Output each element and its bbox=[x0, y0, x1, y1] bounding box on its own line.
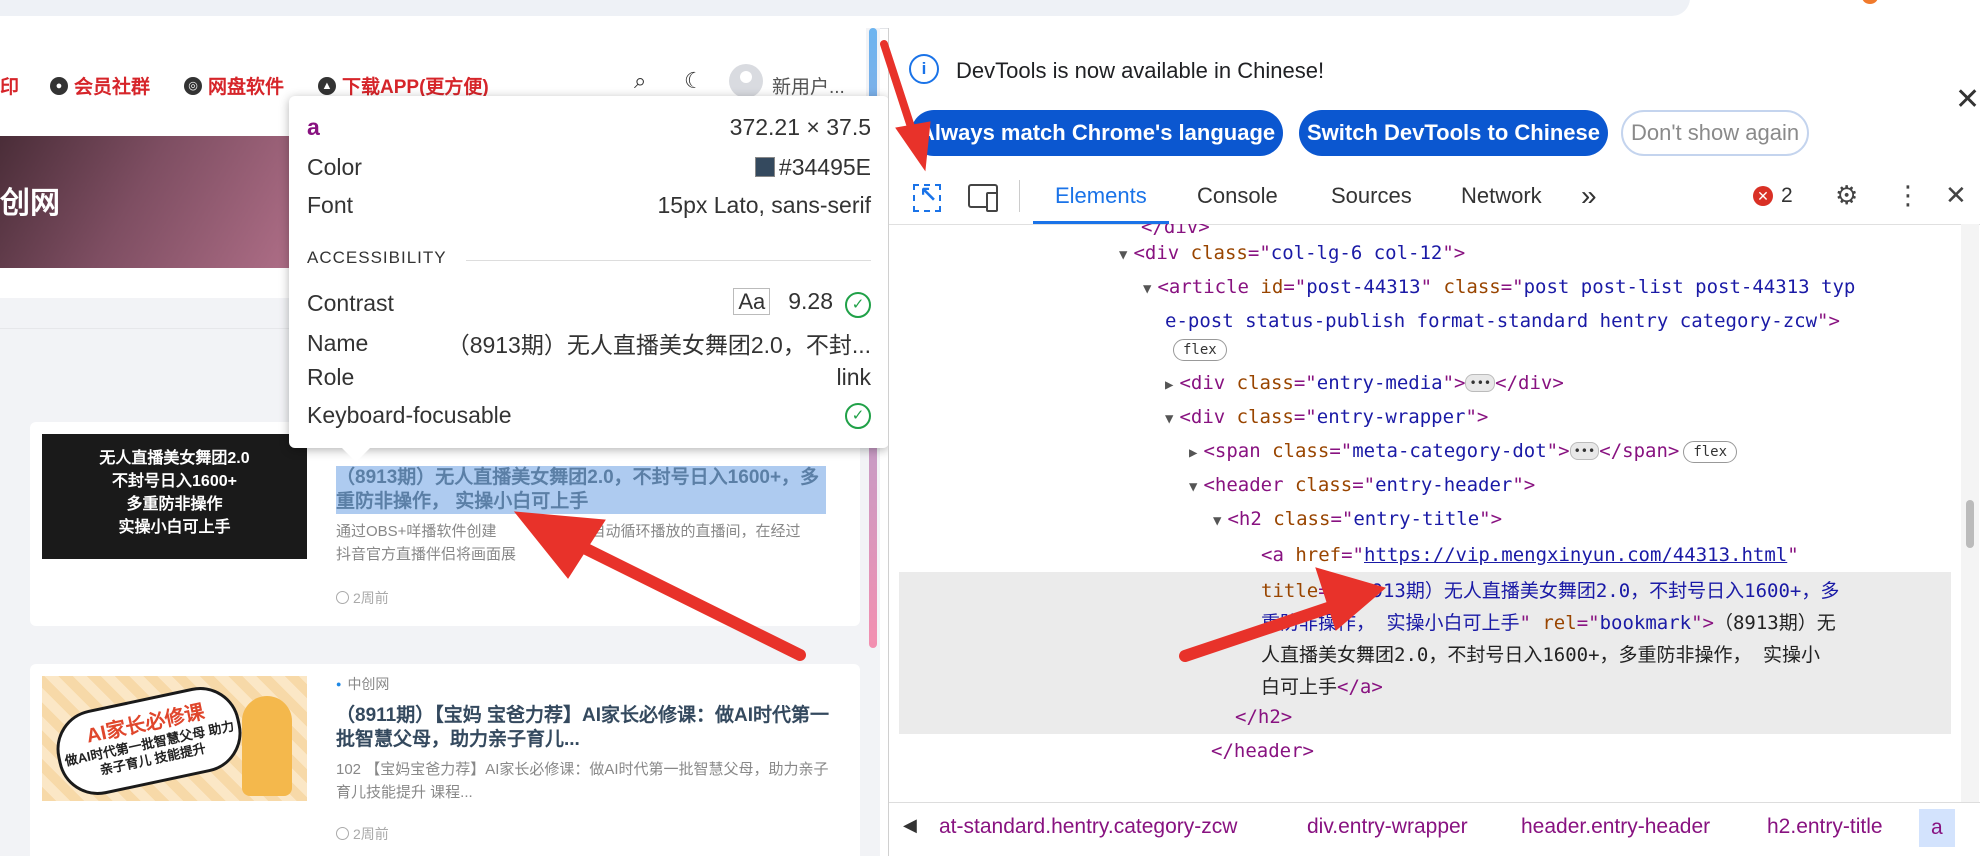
thumbnail-figure bbox=[242, 696, 292, 796]
clock-icon bbox=[336, 591, 349, 604]
post-time: 2周前 bbox=[336, 824, 389, 844]
error-icon: ✕ bbox=[1753, 186, 1773, 206]
post-card[interactable]: AI家长必修课 做AI时代第一批智慧父母 助力亲子育儿 技能提升 中创网 （89… bbox=[30, 664, 860, 856]
nav-item-download-app[interactable]: ▲ 下载APP(更方便) bbox=[318, 72, 489, 99]
check-icon: ✓ bbox=[845, 402, 871, 429]
nav-item-member-community[interactable]: ● 会员社群 bbox=[50, 72, 150, 99]
dom-scrollbar[interactable] bbox=[1961, 224, 1979, 804]
color-swatch bbox=[754, 157, 775, 177]
tooltip-contrast: Aa 9.28 ✓ bbox=[733, 288, 871, 318]
more-tabs-icon[interactable]: » bbox=[1581, 168, 1597, 224]
dom-tree: </div> ▼ <div class="col-lg-6 col-12"> ▼ <… bbox=[889, 224, 1959, 804]
nav-item-disk-software[interactable]: ◎ 网盘软件 bbox=[184, 72, 284, 99]
clock-icon bbox=[336, 827, 349, 840]
close-devtools-icon[interactable]: ✕ bbox=[1945, 180, 1967, 211]
post-title-link[interactable]: （8913期）无人直播美女舞团2.0，不封号日入1600+，多重防非操作， 实操… bbox=[336, 466, 826, 514]
close-icon[interactable]: ✕ bbox=[1955, 82, 1980, 117]
dom-node[interactable]: ▶ <span class="meta-category-dot"> ••• </sp… bbox=[1189, 440, 1738, 463]
flex-badge[interactable]: flex bbox=[1169, 338, 1227, 361]
devtools-panel: i DevTools is now available in Chinese! … bbox=[888, 28, 1980, 856]
dom-node[interactable]: ▼ <article id="post-44313" class="post po… bbox=[1143, 276, 1855, 298]
tab-sources[interactable]: Sources bbox=[1331, 168, 1412, 224]
dom-node[interactable]: ▼ <div class="entry-wrapper"> bbox=[1165, 406, 1488, 428]
always-match-language-button[interactable]: Always match Chrome's language bbox=[911, 110, 1284, 156]
breadcrumb-scroll-left-icon[interactable]: ◀ bbox=[903, 815, 917, 836]
user-name[interactable]: 新用户... bbox=[772, 72, 845, 99]
accessibility-heading: ACCESSIBILITY bbox=[307, 248, 447, 267]
post-excerpt: 通过OBS+咩播软件创建 小时自动循环播放的直播间，在经过 抖音官方直播伴侣将画面… bbox=[336, 523, 801, 563]
dom-node-selected[interactable]: <a href="https://vip.mengxinyun.com/4431… bbox=[1261, 544, 1799, 566]
devtools-toolbar: Elements Console Sources Network » ✕2 ⚙ … bbox=[889, 168, 1980, 225]
disk-icon: ◎ bbox=[184, 76, 202, 95]
switch-to-chinese-button[interactable]: Switch DevTools to Chinese bbox=[1299, 110, 1608, 156]
scrollbar-thumb[interactable] bbox=[1966, 500, 1974, 548]
post-excerpt: 102 【宝妈宝爸力荐】AI家长必修课：做AI时代第一批智慧父母，助力亲子育儿技… bbox=[336, 761, 829, 801]
browser-top-strip bbox=[0, 0, 1980, 29]
dom-node[interactable]: ▼ <header class="entry-header"> bbox=[1189, 474, 1535, 496]
error-counter[interactable]: ✕ 2 bbox=[1753, 184, 1793, 208]
dom-node[interactable]: </h2> bbox=[1235, 706, 1292, 728]
breadcrumb-item[interactable]: header.entry-header bbox=[1521, 815, 1710, 839]
post-thumbnail[interactable]: AI家长必修课 做AI时代第一批智慧父母 助力亲子育儿 技能提升 bbox=[42, 676, 307, 803]
wechat-icon: ● bbox=[50, 76, 68, 95]
language-banner-text: DevTools is now available in Chinese! bbox=[956, 58, 1325, 83]
device-toolbar-icon[interactable] bbox=[968, 184, 998, 212]
breadcrumb-item[interactable]: at-standard.hentry.category-zcw bbox=[939, 815, 1237, 839]
profile-icon[interactable] bbox=[1862, 0, 1878, 4]
tooltip-size: 372.21 × 37.5 bbox=[729, 114, 871, 140]
dom-node-attr: 重防非操作， 实操小白可上手" rel="bookmark">（8913期）无 bbox=[1261, 612, 1836, 634]
breadcrumb: ◀ at-standard.hentry.category-zcw div.en… bbox=[889, 802, 1980, 853]
dont-show-again-button[interactable]: Don't show again bbox=[1621, 110, 1810, 156]
breadcrumb-item[interactable]: h2.entry-title bbox=[1767, 815, 1883, 839]
thumbnail-badge: AI家长必修课 做AI时代第一批智慧父母 助力亲子育儿 技能提升 bbox=[49, 679, 249, 803]
tooltip-role: link bbox=[836, 364, 871, 390]
dom-node-attr: title="（8913期）无人直播美女舞团2.0，不封号日入1600+，多 bbox=[1261, 580, 1840, 602]
inspect-element-icon[interactable] bbox=[913, 182, 941, 212]
hero-banner: 创网 bbox=[0, 136, 300, 268]
divider bbox=[466, 260, 871, 261]
dom-node[interactable]: ▼ <div class="col-lg-6 col-12"> bbox=[1119, 242, 1465, 264]
post-thumbnail[interactable]: 无人直播美女舞团2.0 不封号日入1600+ 多重防非操作 实操小白可上手 bbox=[42, 434, 307, 559]
dom-node[interactable]: ▶ <div class="entry-media"> ••• </div> bbox=[1165, 372, 1564, 394]
dom-node-continued[interactable]: e-post status-publish format-standard he… bbox=[1165, 310, 1840, 332]
dom-node[interactable]: </header> bbox=[1211, 740, 1314, 762]
href-link[interactable]: https://vip.mengxinyun.com/44313.html bbox=[1364, 544, 1787, 566]
tooltip-font: 15px Lato, sans-serif bbox=[657, 192, 871, 218]
app-icon: ▲ bbox=[318, 76, 336, 95]
divider bbox=[1019, 180, 1020, 212]
hero-title: 创网 bbox=[0, 187, 60, 220]
tooltip-name: （8913期）无人直播美女舞团2.0，不封... bbox=[446, 332, 871, 358]
tab-elements[interactable]: Elements bbox=[1033, 168, 1169, 224]
breadcrumb-item[interactable]: div.entry-wrapper bbox=[1307, 815, 1468, 839]
post-title-link[interactable]: （8911期）【宝妈 宝爸力荐】AI家长必修课：做AI时代第一批智慧父母，助力亲… bbox=[336, 704, 836, 752]
post-card[interactable]: 无人直播美女舞团2.0 不封号日入1600+ 多重防非操作 实操小白可上手 （8… bbox=[30, 422, 860, 626]
tooltip-color: #34495E bbox=[754, 154, 871, 181]
gear-icon[interactable]: ⚙ bbox=[1835, 180, 1858, 211]
dom-node[interactable]: ▼ <h2 class="entry-title"> bbox=[1213, 508, 1502, 530]
more-menu-icon[interactable]: ⋮ bbox=[1895, 180, 1921, 211]
check-icon: ✓ bbox=[845, 292, 871, 318]
search-icon[interactable]: ⌕ bbox=[634, 68, 646, 94]
breadcrumb-item-current[interactable]: a bbox=[1919, 809, 1955, 847]
dom-node-text: 白可上手</a> bbox=[1261, 676, 1383, 698]
tab-console[interactable]: Console bbox=[1197, 168, 1278, 224]
tab-network[interactable]: Network bbox=[1461, 168, 1542, 224]
nav-item-print[interactable]: 印 bbox=[0, 72, 19, 99]
info-icon: i bbox=[909, 54, 939, 84]
tooltip-pointer bbox=[340, 446, 372, 462]
address-bar[interactable] bbox=[0, 0, 1690, 16]
dom-node[interactable]: </div> bbox=[1141, 224, 1210, 238]
avatar[interactable] bbox=[729, 64, 763, 98]
moon-icon[interactable]: ☾ bbox=[684, 68, 704, 94]
tooltip-tag: a bbox=[307, 114, 320, 140]
post-category[interactable]: 中创网 bbox=[336, 674, 389, 694]
dom-node-text: 人直播美女舞团2.0，不封号日入1600+，多重防非操作， 实操小 bbox=[1261, 644, 1820, 666]
inspect-tooltip: a 372.21 × 37.5 Color #34495E Font 15px Lat… bbox=[289, 96, 889, 448]
post-time: 2周前 bbox=[336, 588, 389, 608]
